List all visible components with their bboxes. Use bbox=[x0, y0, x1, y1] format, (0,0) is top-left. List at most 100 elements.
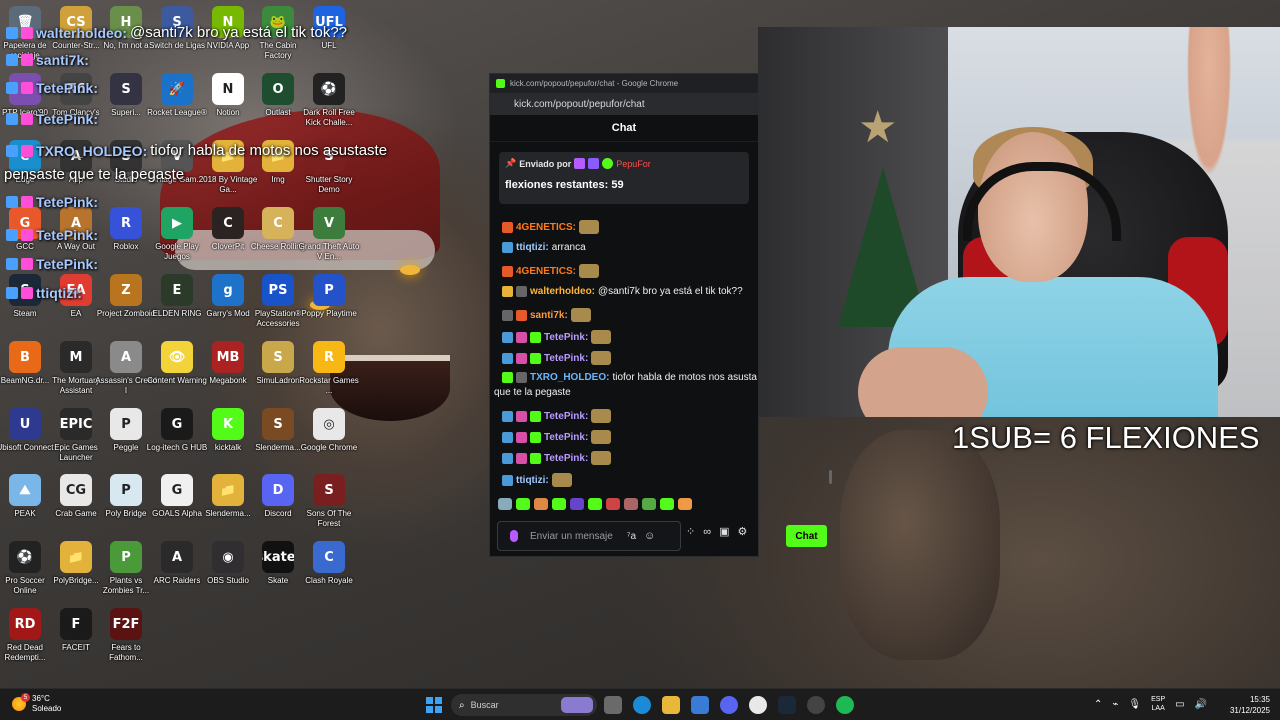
badge-icon bbox=[21, 287, 33, 299]
chat-username[interactable]: santi7k: bbox=[530, 310, 568, 321]
settings-gear-icon[interactable]: ⚙ bbox=[737, 525, 747, 538]
desktop-icon[interactable]: R Rockstar Games ... bbox=[297, 341, 361, 396]
chat-username[interactable]: TXRO_HOLDEO: bbox=[530, 372, 609, 383]
chat-username[interactable]: ttiqtizi: bbox=[516, 242, 549, 253]
app-icon: O bbox=[262, 73, 294, 105]
app-icon: C bbox=[212, 207, 244, 239]
app-icon: ▶ bbox=[161, 207, 193, 239]
volume-icon[interactable]: 🔊 bbox=[1195, 699, 1207, 710]
emote-icon[interactable] bbox=[534, 498, 548, 510]
app-icon: P bbox=[110, 474, 142, 506]
chat-username[interactable]: TetePink: bbox=[544, 411, 588, 422]
emote-icon[interactable] bbox=[516, 498, 530, 510]
overlay-username: santi7k: bbox=[36, 52, 89, 68]
chat-message[interactable]: 4GENETICS: bbox=[502, 220, 600, 234]
mic-badge-icon bbox=[574, 158, 586, 169]
emote-icon[interactable] bbox=[552, 498, 566, 510]
emote-image bbox=[591, 430, 612, 444]
emote-image bbox=[551, 473, 572, 487]
pinned-message[interactable]: 📌 Enviado por PepuFor flexiones restante… bbox=[499, 152, 749, 204]
emote-icon[interactable] bbox=[642, 498, 656, 510]
emote-icon[interactable] bbox=[678, 498, 692, 510]
overlay-message-text: pensaste que te la pegaste bbox=[4, 166, 185, 183]
steam-icon[interactable] bbox=[778, 696, 796, 714]
discord-icon[interactable] bbox=[720, 696, 738, 714]
users-icon[interactable]: ⁘ bbox=[686, 525, 695, 538]
overlay-username: TXRO_HOLDEO: bbox=[36, 142, 148, 159]
emote-icon[interactable] bbox=[588, 498, 602, 510]
weather-widget[interactable]: 5 36°C Soleado bbox=[12, 693, 61, 714]
user-badge-icon bbox=[502, 331, 513, 343]
clock[interactable]: 15:35 31/12/2025 bbox=[1222, 694, 1270, 716]
store-icon[interactable] bbox=[691, 696, 709, 714]
gift-badge-icon bbox=[588, 158, 600, 169]
chat-username[interactable]: TetePink: bbox=[544, 453, 588, 464]
chat-message-text: arranca bbox=[551, 242, 586, 253]
chat-username[interactable]: TetePink: bbox=[544, 332, 588, 343]
chat-message[interactable]: santi7k: bbox=[502, 308, 591, 322]
file-explorer-icon[interactable] bbox=[662, 696, 680, 714]
badge-icon bbox=[21, 26, 33, 39]
emote-quickbar[interactable] bbox=[498, 498, 692, 510]
app-icon: G bbox=[161, 474, 193, 506]
chat-message[interactable]: TXRO_HOLDEO: tiofor habla de motos nos as… bbox=[502, 372, 757, 383]
chrome-icon[interactable] bbox=[749, 696, 767, 714]
edge-icon[interactable] bbox=[633, 696, 651, 714]
chat-username[interactable]: TetePink: bbox=[544, 353, 588, 364]
desktop-icon[interactable]: ◎ Google Chrome bbox=[297, 408, 361, 453]
pinned-user[interactable]: PepuFor bbox=[616, 159, 651, 169]
translate-icon[interactable]: ⁷a bbox=[627, 531, 636, 542]
chat-message[interactable]: ttiqtizi: arranca bbox=[502, 242, 586, 253]
emote-icon[interactable] bbox=[570, 498, 584, 510]
desktop-icon[interactable]: F2F Fears to Fathom... bbox=[94, 608, 158, 663]
address-bar[interactable]: kick.com/popout/pepufor/chat bbox=[490, 93, 758, 115]
gift-icon[interactable]: ▣ bbox=[719, 525, 729, 538]
window-titlebar[interactable]: kick.com/popout/pepufor/chat - Google Ch… bbox=[490, 74, 758, 93]
start-windows-icon[interactable] bbox=[426, 697, 442, 713]
chat-username[interactable]: 4GENETICS: bbox=[516, 266, 576, 277]
chat-message[interactable]: walterholdeo: @santi7k bro ya está el tik… bbox=[502, 286, 743, 297]
app-icon: N bbox=[212, 73, 244, 105]
chevron-up-icon[interactable]: ⌃ bbox=[1094, 699, 1102, 710]
chat-input[interactable]: Enviar un mensaje ⁷a ☺ bbox=[497, 521, 681, 551]
chat-message[interactable]: TetePink: bbox=[502, 351, 612, 365]
mic-icon[interactable] bbox=[510, 530, 518, 542]
chrome-chat-window[interactable]: kick.com/popout/pepufor/chat - Google Ch… bbox=[489, 73, 827, 557]
spotify-icon[interactable] bbox=[836, 696, 854, 714]
emote-icon[interactable] bbox=[660, 498, 674, 510]
desktop-icon[interactable]: C Clash Royale bbox=[297, 541, 361, 586]
mic-tray-icon[interactable]: 🎙 bbox=[1128, 699, 1141, 710]
obs-icon[interactable] bbox=[807, 696, 825, 714]
display-icon[interactable]: ▭ bbox=[1175, 699, 1184, 710]
desktop-icon[interactable]: S Sons Of The Forest bbox=[297, 474, 361, 529]
user-badge-icon bbox=[530, 331, 541, 343]
taskbar-search[interactable]: ⌕ Buscar bbox=[451, 694, 597, 716]
desktop-icon[interactable]: ⚽ Dark Roll Free Kick Challe... bbox=[297, 73, 361, 128]
network-icon[interactable]: ⌁ bbox=[1112, 699, 1118, 710]
send-chat-button[interactable]: Chat bbox=[786, 525, 827, 547]
task-view-icon[interactable] bbox=[604, 696, 622, 714]
emote-icon[interactable] bbox=[624, 498, 638, 510]
emoji-icon[interactable]: ☺ bbox=[644, 530, 655, 542]
chat-username[interactable]: walterholdeo: bbox=[530, 286, 595, 297]
chat-username[interactable]: TetePink: bbox=[544, 432, 588, 443]
chat-scrollbar[interactable] bbox=[829, 470, 832, 484]
chat-username[interactable]: 4GENETICS: bbox=[516, 222, 576, 233]
chat-message[interactable]: TetePink: bbox=[502, 430, 612, 444]
chat-message[interactable]: 4GENETICS: bbox=[502, 264, 600, 278]
emote-icon[interactable] bbox=[606, 498, 620, 510]
language-indicator[interactable]: ESP LAA bbox=[1151, 695, 1165, 713]
app-icon: S bbox=[110, 73, 142, 105]
chat-message[interactable]: TetePink: bbox=[502, 451, 612, 465]
chat-message[interactable]: TetePink: bbox=[502, 330, 612, 344]
desktop-icon[interactable]: P Poppy Playtime bbox=[297, 274, 361, 319]
chat-username[interactable]: ttiqtizi: bbox=[516, 475, 549, 486]
emote-icon[interactable] bbox=[498, 498, 512, 510]
overlay-chat-line: ttiqtizi: bbox=[6, 285, 82, 301]
desktop-icon[interactable]: V Grand Theft Auto V En... bbox=[297, 207, 361, 262]
chat-message[interactable]: que te la pegaste bbox=[494, 387, 571, 398]
emote-image bbox=[579, 220, 600, 234]
chat-message[interactable]: ttiqtizi: bbox=[502, 473, 572, 487]
app-icon: 👁 bbox=[161, 341, 193, 373]
chat-message[interactable]: TetePink: bbox=[502, 409, 612, 423]
